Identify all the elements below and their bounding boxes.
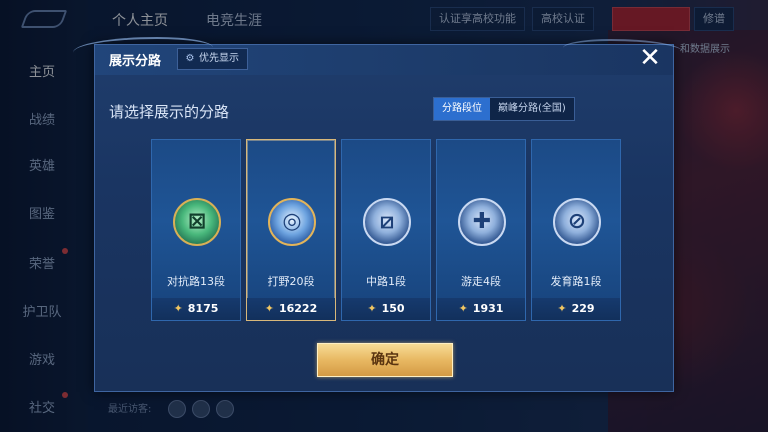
score-value: 1931 (472, 302, 504, 315)
priority-display-label: 优先显示 (199, 53, 239, 64)
lane-card-clash[interactable]: ⊠ 对抗路13段 ✦ 8175 (151, 139, 241, 321)
close-icon[interactable]: ✕ (637, 45, 663, 71)
lane-card-farm[interactable]: ⊘ 发育路1段 ✦ 229 (531, 139, 621, 321)
lane-label: 发育路1段 (550, 275, 602, 288)
jungle-icon: ◎ (268, 198, 316, 246)
lane-label: 中路1段 (366, 275, 406, 288)
score-value: 16222 (278, 302, 318, 315)
star-icon: ✦ (173, 302, 183, 315)
lane-score: ✦ 16222 (247, 298, 335, 320)
lane-mode-toggle: 分路段位 巅峰分路(全国) (433, 97, 575, 121)
lane-score: ✦ 1931 (437, 298, 525, 320)
lane-score: ✦ 8175 (152, 298, 240, 320)
lane-card-jungle[interactable]: ◎ 打野20段 ✦ 16222 (246, 139, 336, 321)
gear-icon: ⚙ (185, 53, 195, 64)
confirm-button[interactable]: 确定 (317, 343, 453, 377)
clash-lane-icon: ⊠ (173, 198, 221, 246)
mid-lane-icon: ⧄ (363, 198, 411, 246)
dialog-title: 展示分路 (109, 54, 162, 69)
lane-label: 打野20段 (267, 275, 315, 288)
lane-select-dialog: 展示分路 ⚙ 优先显示 ✕ 请选择展示的分路 分路段位 巅峰分路(全国) ⊠ 对抗… (73, 37, 683, 392)
lane-label: 对抗路13段 (167, 275, 225, 288)
lane-cards: ⊠ 对抗路13段 ✦ 8175 ◎ 打野20段 ✦ 16222 ⧄ 中路1段 ✦ 15… (151, 139, 621, 321)
score-value: 8175 (187, 302, 219, 315)
lane-score: ✦ 229 (532, 298, 620, 320)
farm-lane-icon: ⊘ (553, 198, 601, 246)
star-icon: ✦ (264, 302, 274, 315)
lane-label: 游走4段 (461, 275, 501, 288)
score-value: 150 (381, 302, 405, 315)
roam-icon: ✚ (458, 198, 506, 246)
lane-card-roam[interactable]: ✚ 游走4段 ✦ 1931 (436, 139, 526, 321)
score-value: 229 (571, 302, 595, 315)
star-icon: ✦ (458, 302, 468, 315)
priority-display-button[interactable]: ⚙ 优先显示 (177, 48, 248, 70)
toggle-lane-rank[interactable]: 分路段位 (434, 98, 490, 120)
star-icon: ✦ (557, 302, 567, 315)
star-icon: ✦ (367, 302, 377, 315)
toggle-peak-lane[interactable]: 巅峰分路(全国) (490, 98, 574, 120)
lane-card-mid[interactable]: ⧄ 中路1段 ✦ 150 (341, 139, 431, 321)
lane-score: ✦ 150 (342, 298, 430, 320)
dialog-subtitle: 请选择展示的分路 (109, 103, 230, 121)
